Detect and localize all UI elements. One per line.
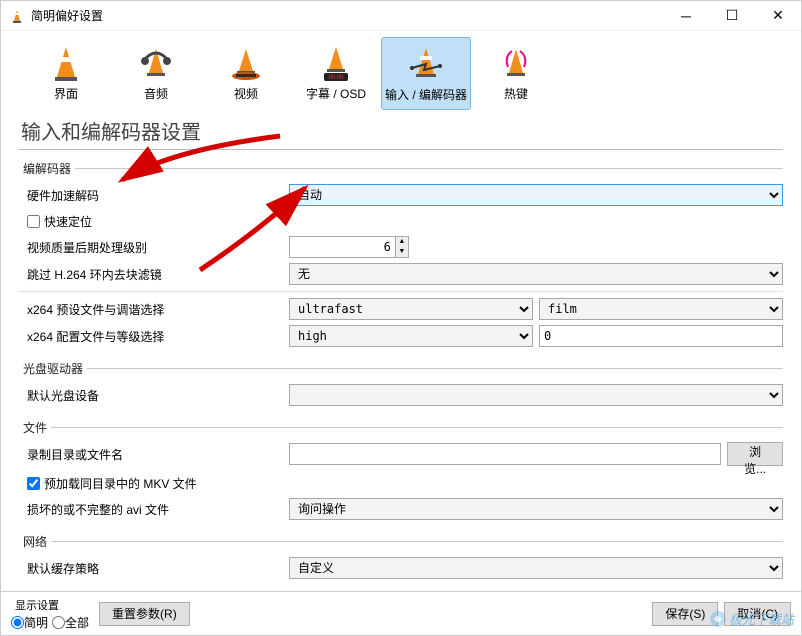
tab-hotkeys[interactable]: 热键 [471,37,561,110]
skip-loop-select[interactable]: 无 [289,263,783,285]
tab-audio[interactable]: 音频 [111,37,201,110]
record-dir-label: 录制目录或文件名 [19,446,289,463]
postproc-spinbox[interactable]: ▲▼ [289,236,409,258]
x264-tune-select[interactable]: film [539,298,783,320]
damaged-avi-label: 损坏的或不完整的 avi 文件 [19,501,289,518]
default-disc-select[interactable] [289,384,783,406]
x264-profile-select[interactable]: high [289,325,533,347]
damaged-avi-select[interactable]: 询问操作 [289,498,783,520]
maximize-button[interactable]: ☐ [709,1,755,31]
postproc-label: 视频质量后期处理级别 [19,239,289,256]
reset-button[interactable]: 重置参数(R) [99,602,190,626]
settings-panel: 编解码器 硬件加速解码 自动 快速定位 视频质量后期处理级别 ▲▼ 跳过 [1,154,801,591]
cache-policy-label: 默认缓存策略 [19,560,289,577]
browse-button[interactable]: 浏览... [727,442,783,466]
hw-decode-label: 硬件加速解码 [19,187,289,204]
group-files: 文件 录制目录或文件名 浏览... 预加载同目录中的 MKV 文件 损坏的或不完… [19,419,783,525]
fast-seek-label: 快速定位 [44,213,92,230]
group-optical-legend: 光盘驱动器 [19,360,87,377]
section-title: 输入和编解码器设置 [1,112,801,147]
close-button[interactable]: ✕ [755,1,801,31]
skip-loop-label: 跳过 H.264 环内去块滤镜 [19,266,289,283]
svg-text:00:00: 00:00 [328,75,344,81]
tab-video[interactable]: 视频 [201,37,291,110]
group-optical: 光盘驱动器 默认光盘设备 [19,360,783,411]
x264-preset-label: x264 预设文件与调谐选择 [19,301,289,318]
radio-simple[interactable]: 简明 [11,614,48,631]
record-dir-input[interactable] [289,443,721,465]
preload-mkv-label: 预加载同目录中的 MKV 文件 [44,475,197,492]
group-codecs-legend: 编解码器 [19,160,75,177]
group-files-legend: 文件 [19,419,51,436]
fast-seek-checkbox[interactable] [27,215,40,228]
x264-level-input[interactable] [539,325,783,347]
tab-subtitles[interactable]: 00:00 字幕 / OSD [291,37,381,110]
category-toolbar: 界面 音频 视频 00:00 字幕 / OSD 输入 / 编解码器 热键 [1,31,801,112]
hw-decode-select[interactable]: 自动 [289,184,783,206]
tab-interface[interactable]: 界面 [21,37,111,110]
radio-all[interactable]: 全部 [52,614,89,631]
x264-profile-label: x264 配置文件与等级选择 [19,328,289,345]
group-network: 网络 默认缓存策略 自定义 [19,533,783,584]
default-disc-label: 默认光盘设备 [19,387,289,404]
x264-preset-select[interactable]: ultrafast [289,298,533,320]
group-network-legend: 网络 [19,533,51,550]
preload-mkv-checkbox[interactable] [27,477,40,490]
group-codecs: 编解码器 硬件加速解码 自动 快速定位 视频质量后期处理级别 ▲▼ 跳过 [19,160,783,352]
window-title: 简明偏好设置 [31,7,663,24]
cache-policy-select[interactable]: 自定义 [289,557,783,579]
app-icon [9,8,25,24]
minimize-button[interactable]: ─ [663,1,709,31]
tab-input-codecs[interactable]: 输入 / 编解码器 [381,37,471,110]
watermark: 极光下载站 [709,609,794,628]
show-settings-label: 显示设置 [11,597,89,613]
